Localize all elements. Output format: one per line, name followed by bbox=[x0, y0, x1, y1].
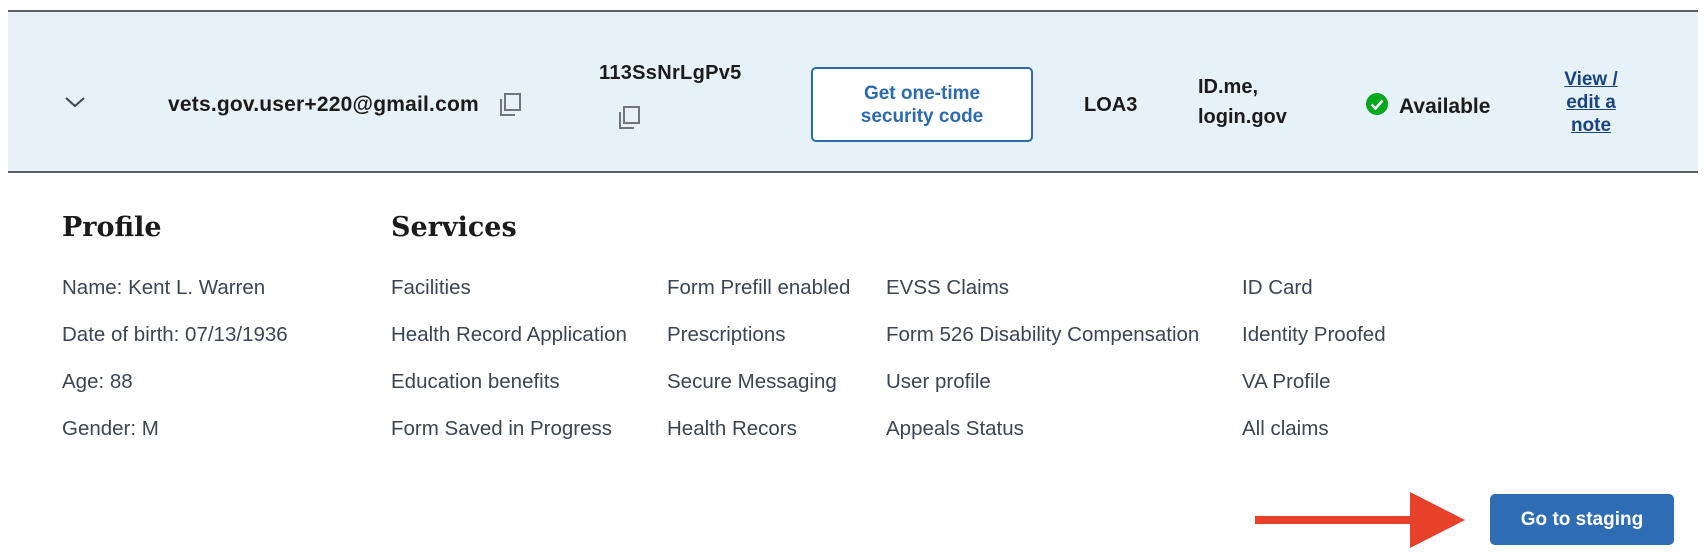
edit-note-link[interactable]: View / edit a note bbox=[1546, 68, 1636, 137]
service-item: VA Profile bbox=[1242, 370, 1331, 393]
otp-button-label-line2: security code bbox=[860, 105, 984, 127]
uuid-cell: 113SsNrLgPv5 bbox=[599, 62, 742, 129]
go-to-staging-button[interactable]: Go to staging bbox=[1490, 494, 1674, 545]
identity-providers: ID.me, login.gov bbox=[1198, 72, 1308, 132]
status-badge: Available bbox=[1365, 92, 1490, 121]
user-email: vets.gov.user+220@gmail.com bbox=[168, 93, 479, 116]
get-security-code-button[interactable]: Get one-time security code bbox=[811, 67, 1033, 142]
service-item: Form Saved in Progress bbox=[391, 417, 613, 440]
note-link-line1: View / bbox=[1564, 69, 1618, 90]
service-item: Form Prefill enabled bbox=[667, 276, 851, 299]
profile-heading: Profile bbox=[62, 212, 162, 243]
profile-name: Name: Kent L. Warren bbox=[62, 276, 266, 299]
provider-line1: ID.me, bbox=[1198, 76, 1259, 98]
service-item: Appeals Status bbox=[886, 417, 1024, 440]
service-item: EVSS Claims bbox=[886, 276, 1010, 299]
services-heading: Services bbox=[391, 212, 517, 243]
service-item: Health Record Application bbox=[391, 323, 627, 346]
service-item: Health Recors bbox=[667, 417, 797, 440]
service-item: User profile bbox=[886, 370, 991, 393]
user-uuid: 113SsNrLgPv5 bbox=[599, 62, 742, 84]
profile-gender: Gender: M bbox=[62, 417, 159, 440]
service-item: Identity Proofed bbox=[1242, 323, 1386, 346]
profile-dob: Date of birth: 07/13/1936 bbox=[62, 323, 288, 346]
note-link-line2: edit a bbox=[1566, 92, 1616, 113]
services-column-2: Form Prefill enabled Prescriptions Secur… bbox=[667, 276, 850, 464]
services-column-1: Facilities Health Record Application Edu… bbox=[391, 276, 627, 464]
check-circle-icon bbox=[1365, 92, 1389, 121]
profile-list: Name: Kent L. Warren Date of birth: 07/1… bbox=[62, 276, 288, 464]
provider-line2: login.gov bbox=[1198, 106, 1287, 128]
otp-button-label-line1: Get one-time bbox=[863, 82, 981, 104]
user-row[interactable]: vets.gov.user+220@gmail.com 113SsNrLgPv5… bbox=[8, 10, 1698, 173]
service-item: Prescriptions bbox=[667, 323, 786, 346]
service-item: All claims bbox=[1242, 417, 1329, 440]
service-item: Education benefits bbox=[391, 370, 560, 393]
profile-age: Age: 88 bbox=[62, 370, 133, 393]
services-column-3: EVSS Claims Form 526 Disability Compensa… bbox=[886, 276, 1199, 464]
page: vets.gov.user+220@gmail.com 113SsNrLgPv5… bbox=[0, 0, 1706, 558]
copy-icon[interactable] bbox=[616, 105, 642, 131]
service-item: ID Card bbox=[1242, 276, 1313, 299]
loa-level: LOA3 bbox=[1084, 94, 1138, 116]
status-text: Available bbox=[1399, 94, 1491, 118]
email-cell: vets.gov.user+220@gmail.com bbox=[168, 88, 523, 122]
arrow-right-icon bbox=[1255, 492, 1465, 548]
note-link-line3: note bbox=[1570, 115, 1612, 136]
service-item: Facilities bbox=[391, 276, 471, 299]
copy-icon[interactable] bbox=[497, 92, 523, 118]
service-item: Form 526 Disability Compensation bbox=[886, 323, 1200, 346]
chevron-down-icon[interactable] bbox=[60, 90, 90, 114]
services-column-4: ID Card Identity Proofed VA Profile All … bbox=[1242, 276, 1386, 464]
service-item: Secure Messaging bbox=[667, 370, 837, 393]
